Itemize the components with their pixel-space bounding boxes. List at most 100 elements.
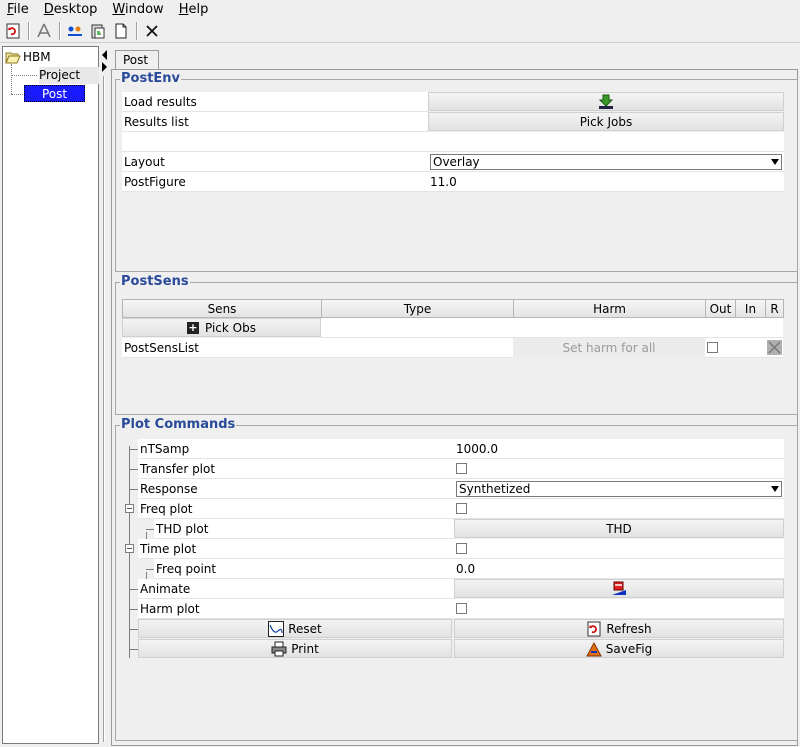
postsenslist-type[interactable] xyxy=(321,338,513,358)
group-title-postsens: PostSens xyxy=(120,274,190,290)
ntsamp-input[interactable]: 1000.0 xyxy=(454,439,784,459)
collapse-freq-icon[interactable]: − xyxy=(125,504,134,513)
menu-window[interactable]: Window xyxy=(105,0,171,20)
refresh-icon[interactable] xyxy=(2,21,24,42)
tree-connector xyxy=(129,469,138,470)
out-cell xyxy=(705,338,735,358)
row-transfer: Transfer plot xyxy=(138,459,784,479)
tree-root-hbm[interactable]: HBM xyxy=(23,49,51,65)
collapse-right-icon[interactable] xyxy=(102,62,108,72)
connect-icon[interactable] xyxy=(64,21,86,42)
out-checkbox[interactable] xyxy=(707,342,718,353)
download-icon xyxy=(598,94,614,109)
in-cell xyxy=(735,338,765,358)
time-cell xyxy=(454,539,784,559)
tab-post[interactable]: Post xyxy=(115,50,160,70)
pick-obs-button[interactable]: + Pick Obs xyxy=(122,318,321,337)
close-icon[interactable] xyxy=(141,21,163,42)
transfer-checkbox[interactable] xyxy=(456,463,467,474)
col-sens[interactable]: Sens xyxy=(122,299,322,318)
empty-cell xyxy=(122,132,428,152)
freqpoint-input[interactable]: 0.0 xyxy=(454,559,784,579)
tab-panel: PostEnv Load results Results list Pick J… xyxy=(111,69,798,746)
toolbar-separator xyxy=(28,22,30,40)
freq-cell xyxy=(454,499,784,519)
tool-icon[interactable] xyxy=(33,21,55,42)
empty-value[interactable] xyxy=(428,132,784,152)
main-content: Post PostEnv Load results Results list P… xyxy=(109,46,800,746)
menu-desktop[interactable]: Desktop xyxy=(37,0,106,20)
chevron-down-icon xyxy=(771,159,779,165)
row-empty xyxy=(122,132,784,152)
toolbar xyxy=(0,20,800,43)
tree-connector xyxy=(129,589,138,590)
col-r[interactable]: R xyxy=(766,299,784,318)
printer-icon xyxy=(271,641,287,656)
col-harm[interactable]: Harm xyxy=(514,299,706,318)
set-harm-button[interactable]: Set harm for all xyxy=(513,338,705,358)
cell-r xyxy=(765,318,783,338)
cell-harm xyxy=(513,318,705,338)
harm-checkbox[interactable] xyxy=(456,603,467,614)
postfigure-input[interactable]: 11.0 xyxy=(428,172,784,192)
menu-file[interactable]: File xyxy=(0,0,37,20)
reset-button[interactable]: Reset xyxy=(138,619,452,638)
remove-icon[interactable] xyxy=(767,340,782,355)
group-postsens: PostSens Sens Type Harm Out In R + Pick O… xyxy=(115,274,798,415)
pick-jobs-button[interactable]: Pick Jobs xyxy=(428,112,784,131)
splitter-bar xyxy=(103,76,105,742)
menu-help[interactable]: Help xyxy=(172,0,217,20)
tree-connector xyxy=(146,569,154,570)
refresh-icon xyxy=(587,621,601,636)
layout-select[interactable]: Overlay xyxy=(430,154,782,170)
label-postfigure: PostFigure xyxy=(122,172,428,192)
new-page-icon[interactable] xyxy=(110,21,132,42)
row-response: Response Synthetized xyxy=(138,479,784,499)
savefig-button[interactable]: SaveFig xyxy=(454,639,784,658)
project-tree[interactable]: HBM Project Post xyxy=(2,46,99,744)
row-freqpoint: Freq point 0.0 xyxy=(154,559,784,579)
label-postsenslist: PostSensList xyxy=(122,338,321,358)
label-freq: Freq plot xyxy=(138,499,454,519)
label-load-results: Load results xyxy=(122,92,428,112)
col-in[interactable]: In xyxy=(736,299,766,318)
col-out[interactable]: Out xyxy=(706,299,736,318)
row-harm: Harm plot xyxy=(138,599,784,619)
collapse-time-icon[interactable]: − xyxy=(125,544,134,553)
tree-connector xyxy=(129,449,138,450)
menubar: File Desktop Window Help xyxy=(0,0,800,20)
row-time: Time plot xyxy=(138,539,784,559)
thd-button[interactable]: THD xyxy=(454,519,784,538)
animate-button[interactable] xyxy=(454,579,784,598)
refresh-button[interactable]: Refresh xyxy=(454,619,784,638)
freq-checkbox[interactable] xyxy=(456,503,467,514)
collapse-left-icon[interactable] xyxy=(102,50,108,60)
row-thd: THD plot THD xyxy=(154,519,784,539)
response-select[interactable]: Synthetized xyxy=(456,481,782,497)
tree-connector xyxy=(129,609,138,610)
col-type[interactable]: Type xyxy=(322,299,514,318)
load-results-button[interactable] xyxy=(428,92,784,111)
label-animate: Animate xyxy=(138,579,454,599)
label-layout: Layout xyxy=(122,152,428,172)
row-results-list: Results list Pick Jobs xyxy=(122,112,784,132)
label-transfer: Transfer plot xyxy=(138,459,454,479)
tree-connector xyxy=(129,489,138,490)
tree-item-post[interactable]: Post xyxy=(24,85,85,102)
tree-connector xyxy=(11,75,37,76)
tree-connector xyxy=(11,94,23,95)
row-postfigure: PostFigure 11.0 xyxy=(122,172,784,192)
group-title-plot: Plot Commands xyxy=(120,417,237,433)
row-reset-refresh: Reset Refresh xyxy=(138,619,784,639)
time-checkbox[interactable] xyxy=(456,543,467,554)
group-postenv: PostEnv Load results Results list Pick J… xyxy=(115,71,798,272)
splitter-handle[interactable] xyxy=(101,46,109,744)
layout-cell: Overlay xyxy=(428,152,784,172)
toolbar-separator xyxy=(136,22,138,40)
label-response: Response xyxy=(138,479,454,499)
tree-item-project[interactable]: Project xyxy=(39,67,99,84)
print-button[interactable]: Print xyxy=(138,639,452,658)
label-harm: Harm plot xyxy=(138,599,454,619)
clipboard-icon[interactable] xyxy=(87,21,109,42)
plus-icon: + xyxy=(187,320,199,334)
